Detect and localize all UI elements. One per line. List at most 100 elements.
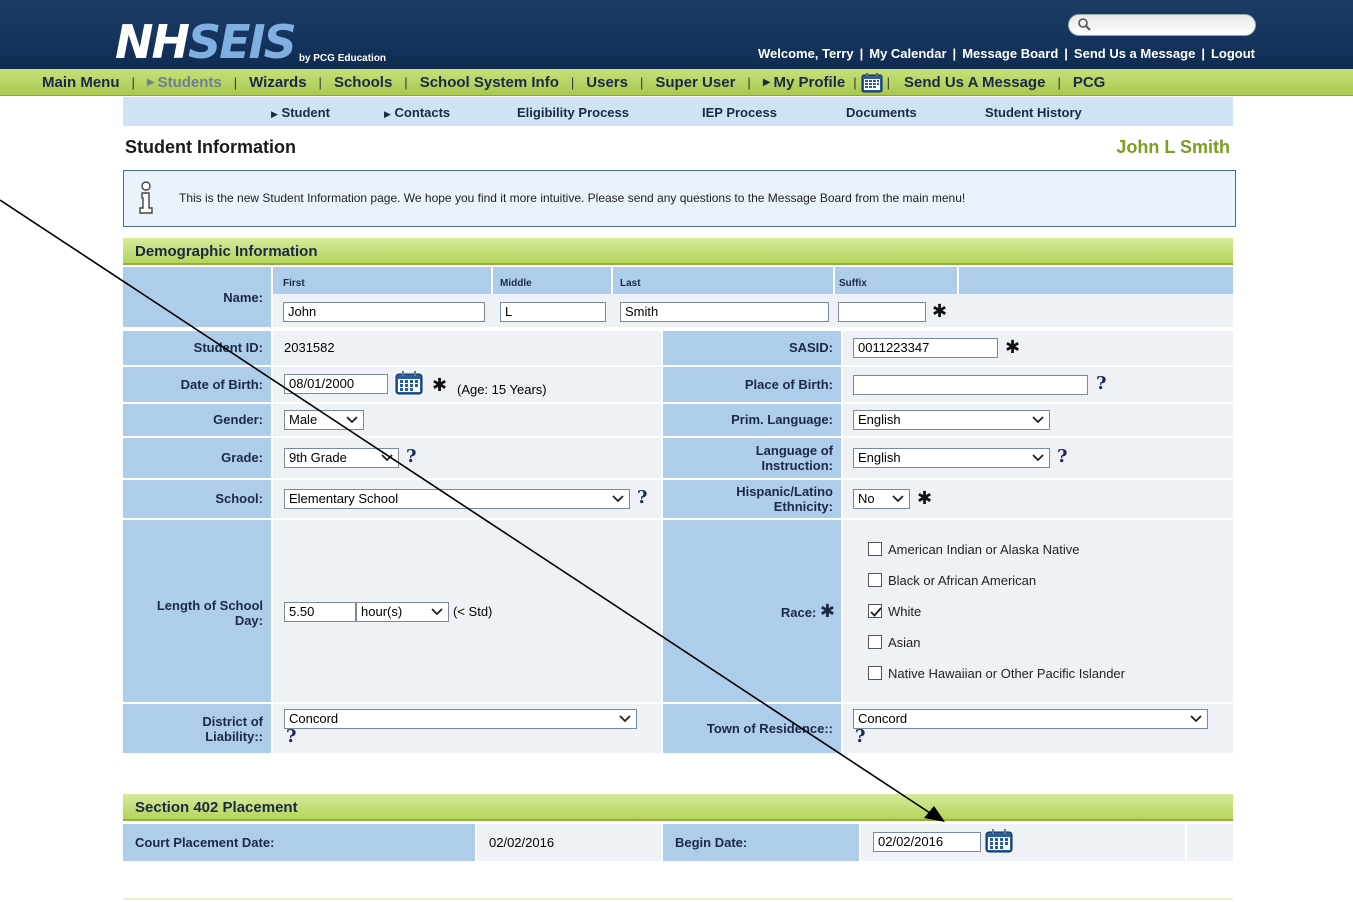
subnav-contacts[interactable]: ▶ Contacts [384, 105, 450, 120]
info-icon [139, 181, 153, 214]
subnav-student-history[interactable]: Student History [985, 105, 1082, 120]
hispanic-select[interactable]: No [853, 489, 910, 509]
lang-instruction-label: Language of Instruction: [663, 438, 841, 478]
nav-wizards[interactable]: Wizards [249, 74, 306, 91]
prim-language-select[interactable]: English [853, 410, 1050, 430]
logo-text-nh: NH [115, 15, 190, 69]
name-row: Name: First Middle Last Suffix John L Sm… [123, 267, 1233, 329]
nav-my-profile[interactable]: ▶ My Profile [763, 74, 845, 91]
subnav-iep-process[interactable]: IEP Process [702, 105, 777, 120]
district-label: District of Liability:: [123, 704, 271, 753]
race-label-american-indian: American Indian or Alaska Native [888, 542, 1080, 557]
help-icon[interactable]: ? [855, 726, 866, 747]
student-name: John L Smith [1116, 137, 1230, 157]
race-label-pacific-islander: Native Hawaiian or Other Pacific Islande… [888, 666, 1125, 681]
length-of-day-input[interactable]: 5.50 [284, 602, 356, 622]
length-of-day-label: Length of School Day: [123, 520, 271, 702]
pob-label: Place of Birth: [663, 367, 841, 402]
middle-name-input[interactable]: L [500, 302, 606, 322]
nav-super-user[interactable]: Super User [655, 74, 735, 91]
subnav-eligibility-process[interactable]: Eligibility Process [517, 105, 629, 120]
first-name-input[interactable]: John [283, 302, 485, 322]
last-name-input[interactable]: Smith [620, 302, 829, 322]
race-checkbox-american-indian[interactable] [868, 542, 882, 556]
suffix-input[interactable] [838, 302, 926, 322]
name-label: Name: [123, 267, 271, 329]
town-label: Town of Residence:: [663, 704, 841, 753]
search-icon [1078, 18, 1091, 31]
subnav-documents[interactable]: Documents [846, 105, 917, 120]
chevron-down-icon [1190, 715, 1202, 723]
gender-row: Gender: Male Prim. Language: English [123, 404, 1233, 436]
help-icon[interactable]: ? [637, 487, 648, 508]
logo-byline: by PCG Education [298, 53, 387, 64]
required-icon: ✱ [819, 601, 835, 621]
prim-language-label: Prim. Language: [663, 404, 841, 436]
logout-link[interactable]: Logout [1211, 46, 1255, 61]
race-checkbox-black[interactable] [868, 573, 882, 587]
begin-date-input[interactable]: 02/02/2016 [873, 832, 981, 852]
last-name-label: Last [620, 278, 641, 289]
race-checkbox-asian[interactable] [868, 635, 882, 649]
chevron-down-icon [619, 715, 631, 723]
length-unit-select[interactable]: hour(s) [356, 602, 449, 622]
help-icon[interactable]: ? [1096, 373, 1107, 394]
calendar-icon[interactable] [861, 72, 883, 93]
school-row: School: Elementary School ? Hispanic/Lat… [123, 480, 1233, 518]
nav-users[interactable]: Users [586, 74, 628, 91]
top-links: Welcome, Terry | My Calendar | Message Board… [757, 46, 1255, 61]
nav-students[interactable]: ▶ Students [147, 74, 222, 91]
nav-pcg[interactable]: PCG [1073, 74, 1106, 91]
help-icon[interactable]: ? [1057, 446, 1068, 467]
student-id-label: Student ID: [123, 331, 271, 365]
main-nav: Main Menu | ▶ Students | Wizards | School… [0, 69, 1353, 96]
nav-school-system-info[interactable]: School System Info [420, 74, 559, 91]
town-select[interactable]: Concord [853, 709, 1208, 729]
age-text: (Age: 15 Years) [457, 382, 547, 397]
info-message-box: This is the new Student Information page… [123, 170, 1236, 227]
help-icon[interactable]: ? [286, 726, 297, 747]
nav-main-menu[interactable]: Main Menu [42, 74, 120, 91]
app-header: NH SEIS by PCG Education Welcome, Terry | M… [0, 0, 1353, 69]
triangle-right-icon: ▶ [146, 77, 155, 88]
grade-select[interactable]: 9th Grade [284, 448, 399, 468]
grade-label: Grade: [123, 438, 271, 478]
grade-row: Grade: 9th Grade ? Language of Instructi… [123, 438, 1233, 478]
race-checkbox-pacific-islander[interactable] [868, 666, 882, 680]
district-row: District of Liability:: Concord ? Town o… [123, 704, 1233, 753]
message-board-link[interactable]: Message Board [962, 46, 1058, 61]
district-select[interactable]: Concord [284, 709, 637, 729]
nav-send-us-a-message[interactable]: Send Us A Message [904, 74, 1045, 91]
race-checkbox-white[interactable] [868, 604, 882, 618]
required-icon: ✱ [917, 488, 933, 508]
chevron-down-icon [1032, 454, 1044, 462]
required-icon: ✱ [932, 301, 948, 321]
my-calendar-link[interactable]: My Calendar [869, 46, 946, 61]
length-note: (< Std) [453, 604, 493, 619]
calendar-icon[interactable] [395, 371, 423, 395]
welcome-text: Welcome, Terry [757, 46, 854, 61]
gender-label: Gender: [123, 404, 271, 436]
race-label-white: White [888, 604, 922, 619]
required-icon: ✱ [1005, 337, 1021, 357]
chevron-down-icon [431, 608, 443, 616]
subnav-student[interactable]: ▶ Student [271, 105, 330, 120]
nhseis-logo[interactable]: NH SEIS by PCG Education [115, 10, 386, 66]
pob-input[interactable] [853, 375, 1088, 395]
gender-select[interactable]: Male [284, 410, 364, 430]
help-icon[interactable]: ? [406, 446, 417, 467]
sasid-input[interactable]: 0011223347 [853, 338, 998, 358]
calendar-icon[interactable] [985, 829, 1013, 853]
dob-label: Date of Birth: [123, 367, 271, 402]
search-input[interactable] [1068, 14, 1256, 36]
suffix-label: Suffix [839, 278, 867, 289]
send-message-link[interactable]: Send Us a Message [1074, 46, 1195, 61]
lang-instruction-select[interactable]: English [853, 448, 1050, 468]
dob-input[interactable]: 08/01/2000 [284, 374, 388, 394]
logo-text-seis: SEIS [188, 15, 297, 69]
chevron-down-icon [612, 495, 624, 503]
nav-schools[interactable]: Schools [334, 74, 392, 91]
court-placement-label: Court Placement Date: [123, 824, 475, 861]
student-id-row: Student ID: 2031582 SASID: 0011223347 ✱ [123, 331, 1233, 365]
school-select[interactable]: Elementary School [284, 489, 630, 509]
